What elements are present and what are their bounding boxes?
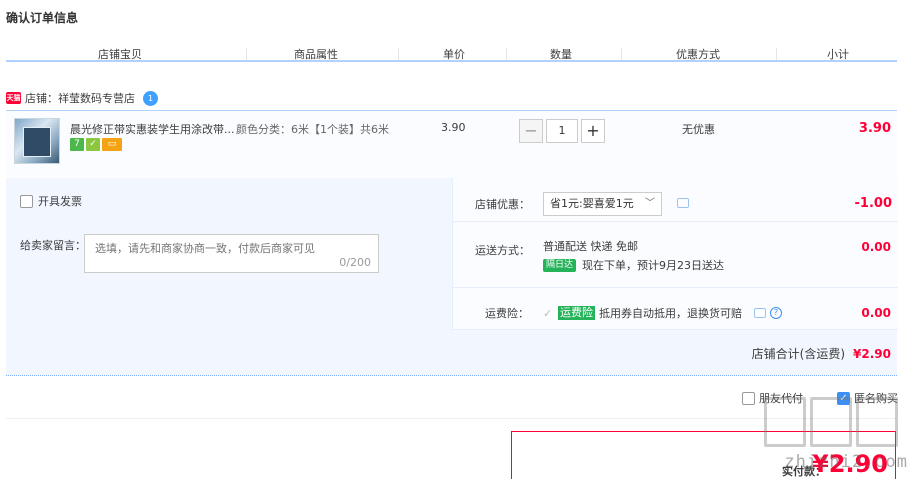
col-shop-item: 店铺宝贝 [98,48,142,61]
product-attributes: 颜色分类：6米【1个装】共6米 [236,123,389,136]
column-header: 店铺宝贝 商品属性 单价 数量 优惠方式 小计 [6,44,897,62]
item-subtotal: 3.90 [858,121,891,136]
shipping-eta: 现在下单，预计9月23日送达 [582,259,725,272]
store-total-value: ¥2.90 [853,346,891,361]
qty-input[interactable]: 1 [546,119,578,143]
watermark-logo-icon [764,397,902,449]
qty-increase-button[interactable]: + [581,119,605,143]
insurance-tag: 运费险 [558,306,595,320]
insurance-checkbox[interactable]: ✓ [543,308,554,319]
shipping-label: 运送方式： [475,244,530,257]
credit-card-icon: ▭ [102,138,122,151]
insurance-option: ✓ 运费险 抵用券自动抵用，退换货可赔 ? [543,305,782,321]
order-item-row: 晨光修正带实惠装学生用涂改带... 7 ✓ ▭ 颜色分类：6米【1个装】共6米 … [6,110,897,178]
extras-right: 店铺优惠： 省1元:婴喜爱1元 ﹀ -1.00 运送方式： 普通配送 快递 免邮… [452,178,898,330]
insurance-label: 运费险： [485,307,529,320]
insurance-value: 0.00 [861,306,891,320]
store-discount-row: 店铺优惠： 省1元:婴喜爱1元 ﹀ -1.00 [453,178,898,222]
insurance-text: 抵用券自动抵用，退换货可赔 [599,307,742,320]
store-total: 店铺合计(含运费) ¥2.90 [752,345,891,362]
shipping-value: 0.00 [861,240,891,254]
guarantee-badge-icon: ✓ [86,138,100,151]
quantity-stepper: − 1 + [519,119,605,143]
unit-price: 3.90 [441,121,466,134]
invoice-checkbox[interactable] [20,194,33,208]
store-discount-select[interactable]: 省1元:婴喜爱1元 ﹀ [543,192,662,216]
col-attributes: 商品属性 [294,48,338,61]
friend-pay-checkbox[interactable] [742,391,755,405]
seller-message-box: 0/200 [84,234,379,273]
product-name-link[interactable]: 晨光修正带实惠装学生用涂改带... [70,121,236,137]
col-price: 单价 [443,48,465,61]
order-extras: 开具发票 给卖家留言： 0/200 店铺优惠： 省1元:婴喜爱1元 ﹀ -1.0… [6,178,898,376]
shop-name[interactable]: 店铺：祥莹数码专营店 [25,90,135,106]
watermark-text: zhizhi2.com [784,452,908,472]
next-day-badge: 隔日达 [543,258,577,272]
shop-line: 天猫 店铺：祥莹数码专营店 1 [6,90,158,106]
extras-left: 开具发票 给卖家留言： 0/200 [6,178,452,330]
store-discount-label: 店铺优惠： [475,198,530,211]
seller-message-input[interactable] [85,235,378,272]
shipping-eta-line: 隔日达 现在下单，预计9月23日送达 [543,257,724,273]
chat-bubble-icon[interactable] [677,198,689,208]
shipping-method: 普通配送 快递 免邮 [543,240,638,253]
store-total-label: 店铺合计(含运费) [751,347,846,361]
qty-decrease-button[interactable]: − [519,119,543,143]
invoice-option[interactable]: 开具发票 [20,193,82,209]
message-label: 给卖家留言： [20,239,86,252]
store-discount-value: -1.00 [854,196,892,211]
tmall-logo-icon: 天猫 [6,92,21,104]
service-badges: 7 ✓ ▭ [70,138,122,151]
discount-method: 无优惠 [682,123,715,136]
chevron-down-icon: ﹀ [645,198,655,209]
help-question-icon[interactable]: ? [770,307,782,319]
product-thumbnail[interactable] [14,118,60,164]
chat-wangwang-icon[interactable]: 1 [143,90,158,106]
col-qty: 数量 [550,48,572,61]
chat-bubble-icon[interactable] [754,308,766,318]
message-char-count: 0/200 [339,256,371,269]
invoice-label: 开具发票 [38,195,82,208]
col-discount: 优惠方式 [676,48,720,61]
seven-day-return-icon: 7 [70,138,84,151]
col-subtotal: 小计 [827,48,849,61]
page-title: 确认订单信息 [6,11,79,25]
